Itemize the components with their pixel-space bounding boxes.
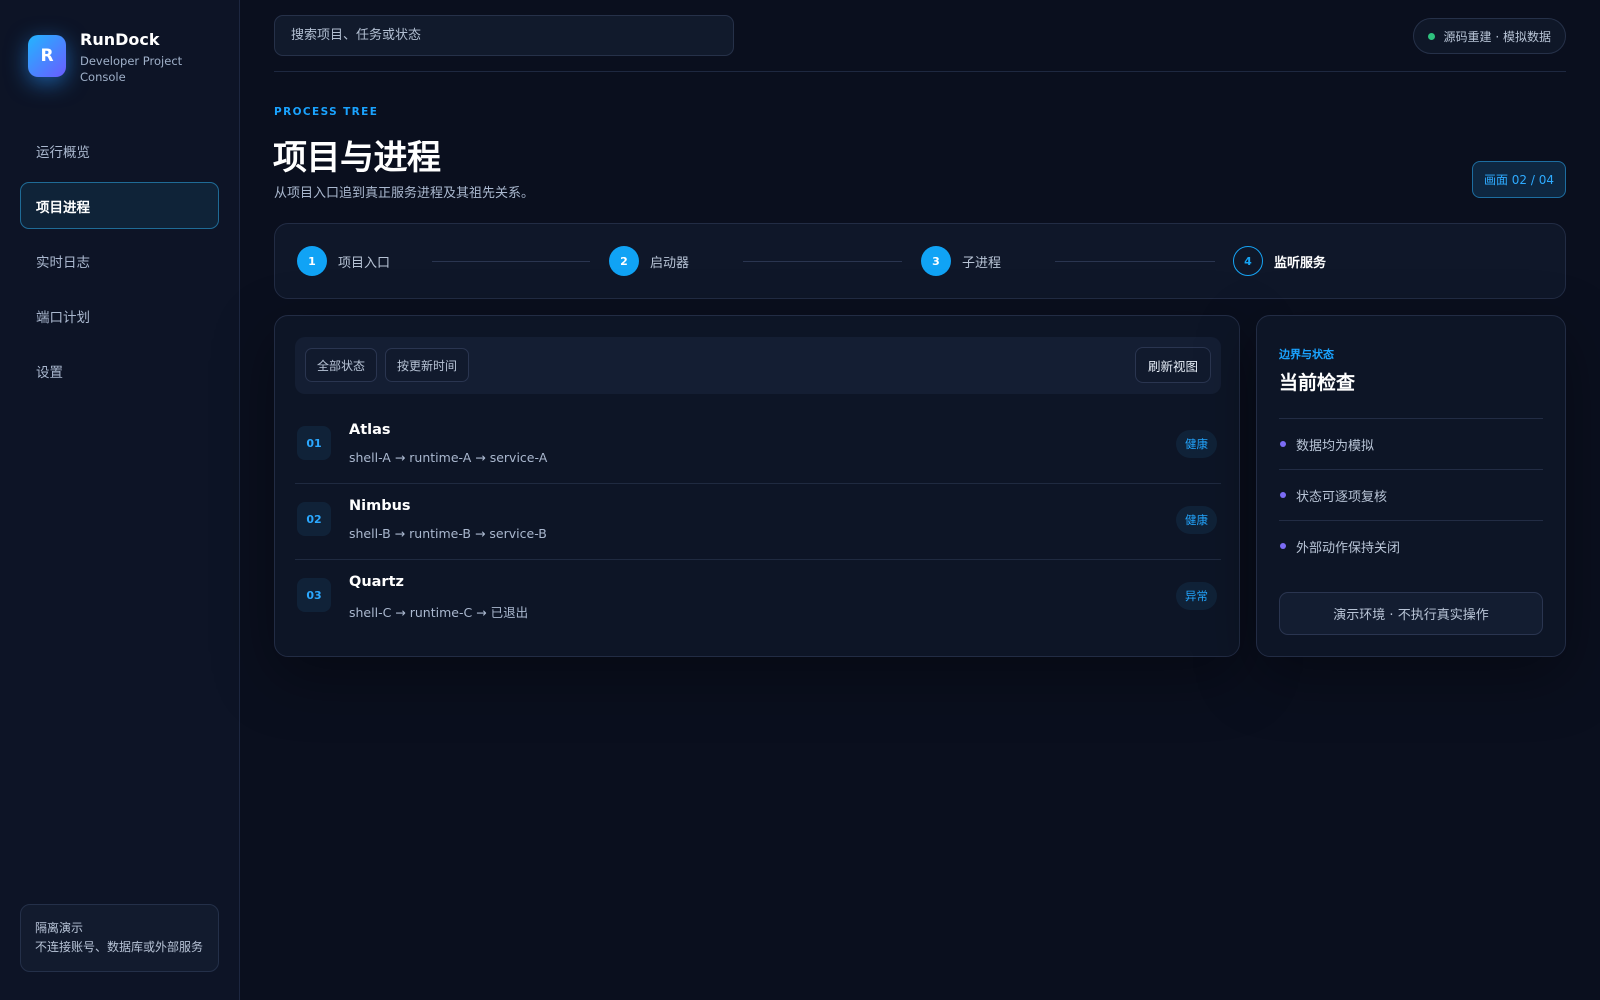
step-connector xyxy=(432,261,590,262)
page-eyebrow: PROCESS TREE xyxy=(274,106,379,118)
screen-counter-badge: 画面 02 / 04 xyxy=(1472,161,1566,198)
step-listening-service[interactable]: 4 监听服务 xyxy=(1233,246,1326,276)
inspection-list: 数据均为模拟 状态可逐项复核 外部动作保持关闭 xyxy=(1279,418,1543,571)
step-connector xyxy=(743,261,902,262)
sidebar-item-overview[interactable]: 运行概览 xyxy=(20,127,219,174)
step-number: 3 xyxy=(921,246,951,276)
status-badge: 健康 xyxy=(1176,506,1217,534)
list-item-label: 数据均为模拟 xyxy=(1296,438,1375,454)
project-list-panel: 全部状态 按更新时间 刷新视图 01 Atlas shell-A → runti… xyxy=(274,315,1240,657)
table-row[interactable]: 01 Atlas shell-A → runtime-A → service-A… xyxy=(295,408,1221,484)
sidebar-item-processes[interactable]: 项目进程 xyxy=(20,182,219,229)
inspection-eyebrow: 边界与状态 xyxy=(1279,348,1334,361)
process-chain: shell-A → runtime-A → service-A xyxy=(349,450,548,465)
sidebar-nav: 运行概览 项目进程 实时日志 端口计划 设置 xyxy=(20,127,219,402)
sidebar-item-ports[interactable]: 端口计划 xyxy=(20,292,219,339)
sidebar-item-logs[interactable]: 实时日志 xyxy=(20,237,219,284)
sidebar-item-settings[interactable]: 设置 xyxy=(20,347,219,394)
step-connector xyxy=(1055,261,1215,262)
page-title: 项目与进程 xyxy=(273,138,441,178)
isolation-note: 隔离演示 不连接账号、数据库或外部服务 xyxy=(20,904,219,972)
step-label: 子进程 xyxy=(962,255,1002,271)
list-toolbar: 全部状态 按更新时间 刷新视图 xyxy=(295,337,1221,394)
step-number: 4 xyxy=(1233,246,1263,276)
brand-text: RunDock Developer Project Console xyxy=(80,30,190,85)
row-index: 03 xyxy=(297,578,331,612)
step-label: 项目入口 xyxy=(338,255,391,271)
search-input[interactable] xyxy=(274,15,734,56)
bullet-icon xyxy=(1280,492,1286,498)
refresh-view-button[interactable]: 刷新视图 xyxy=(1134,347,1211,383)
step-number: 2 xyxy=(609,246,639,276)
inspection-title: 当前检查 xyxy=(1279,372,1356,394)
page-subtitle: 从项目入口追到真正服务进程及其祖先关系。 xyxy=(274,186,535,201)
status-text: 源码重建 · 模拟数据 xyxy=(1443,29,1551,44)
header-divider xyxy=(274,71,1566,72)
status-badge: 健康 xyxy=(1176,430,1217,458)
status-badge: 源码重建 · 模拟数据 xyxy=(1412,18,1566,54)
list-item-label: 状态可逐项复核 xyxy=(1296,489,1388,505)
app-root: R RunDock Developer Project Console 运行概览… xyxy=(0,0,1600,1000)
status-dot-icon xyxy=(1427,32,1435,40)
step-launcher[interactable]: 2 启动器 xyxy=(609,246,689,276)
filter-all-status-button[interactable]: 全部状态 xyxy=(305,348,378,382)
status-badge: 异常 xyxy=(1176,582,1217,610)
inspection-panel: 边界与状态 当前检查 数据均为模拟 状态可逐项复核 外部动作保持关闭 演示环境 … xyxy=(1256,315,1566,657)
project-name: Nimbus xyxy=(349,498,411,514)
list-item: 数据均为模拟 xyxy=(1279,418,1543,469)
step-project-entry[interactable]: 1 项目入口 xyxy=(297,246,390,276)
project-rows: 01 Atlas shell-A → runtime-A → service-A… xyxy=(295,408,1221,636)
list-item: 状态可逐项复核 xyxy=(1279,469,1543,520)
brand-subtitle: Developer Project Console xyxy=(80,54,183,84)
step-label: 启动器 xyxy=(650,255,690,271)
step-label: 监听服务 xyxy=(1274,255,1327,271)
row-index: 02 xyxy=(297,502,331,536)
brand-name: RunDock xyxy=(80,30,160,49)
app-logo-icon: R xyxy=(28,35,66,77)
process-chain: shell-B → runtime-B → service-B xyxy=(349,526,547,541)
row-index: 01 xyxy=(297,426,331,460)
brand: R RunDock Developer Project Console xyxy=(28,30,190,85)
isolation-note-text: 不连接账号、数据库或外部服务 xyxy=(35,940,204,954)
demo-environment-button[interactable]: 演示环境 · 不执行真实操作 xyxy=(1279,592,1543,635)
process-stepper: 1 项目入口 2 启动器 3 子进程 4 监听服务 xyxy=(274,223,1566,299)
step-number: 1 xyxy=(297,246,327,276)
isolation-note-title: 隔离演示 xyxy=(35,921,84,935)
process-chain: shell-C → runtime-C → 已退出 xyxy=(349,605,529,620)
project-name: Atlas xyxy=(349,422,391,438)
table-row[interactable]: 03 Quartz shell-C → runtime-C → 已退出 异常 xyxy=(295,560,1221,636)
step-child-process[interactable]: 3 子进程 xyxy=(921,246,1001,276)
bullet-icon xyxy=(1280,441,1286,447)
sidebar: R RunDock Developer Project Console 运行概览… xyxy=(0,0,240,1000)
list-item: 外部动作保持关闭 xyxy=(1279,520,1543,571)
project-name: Quartz xyxy=(349,574,404,590)
table-row[interactable]: 02 Nimbus shell-B → runtime-B → service-… xyxy=(295,484,1221,560)
bullet-icon xyxy=(1280,543,1286,549)
list-item-label: 外部动作保持关闭 xyxy=(1296,540,1401,556)
sort-by-updated-button[interactable]: 按更新时间 xyxy=(385,348,470,382)
